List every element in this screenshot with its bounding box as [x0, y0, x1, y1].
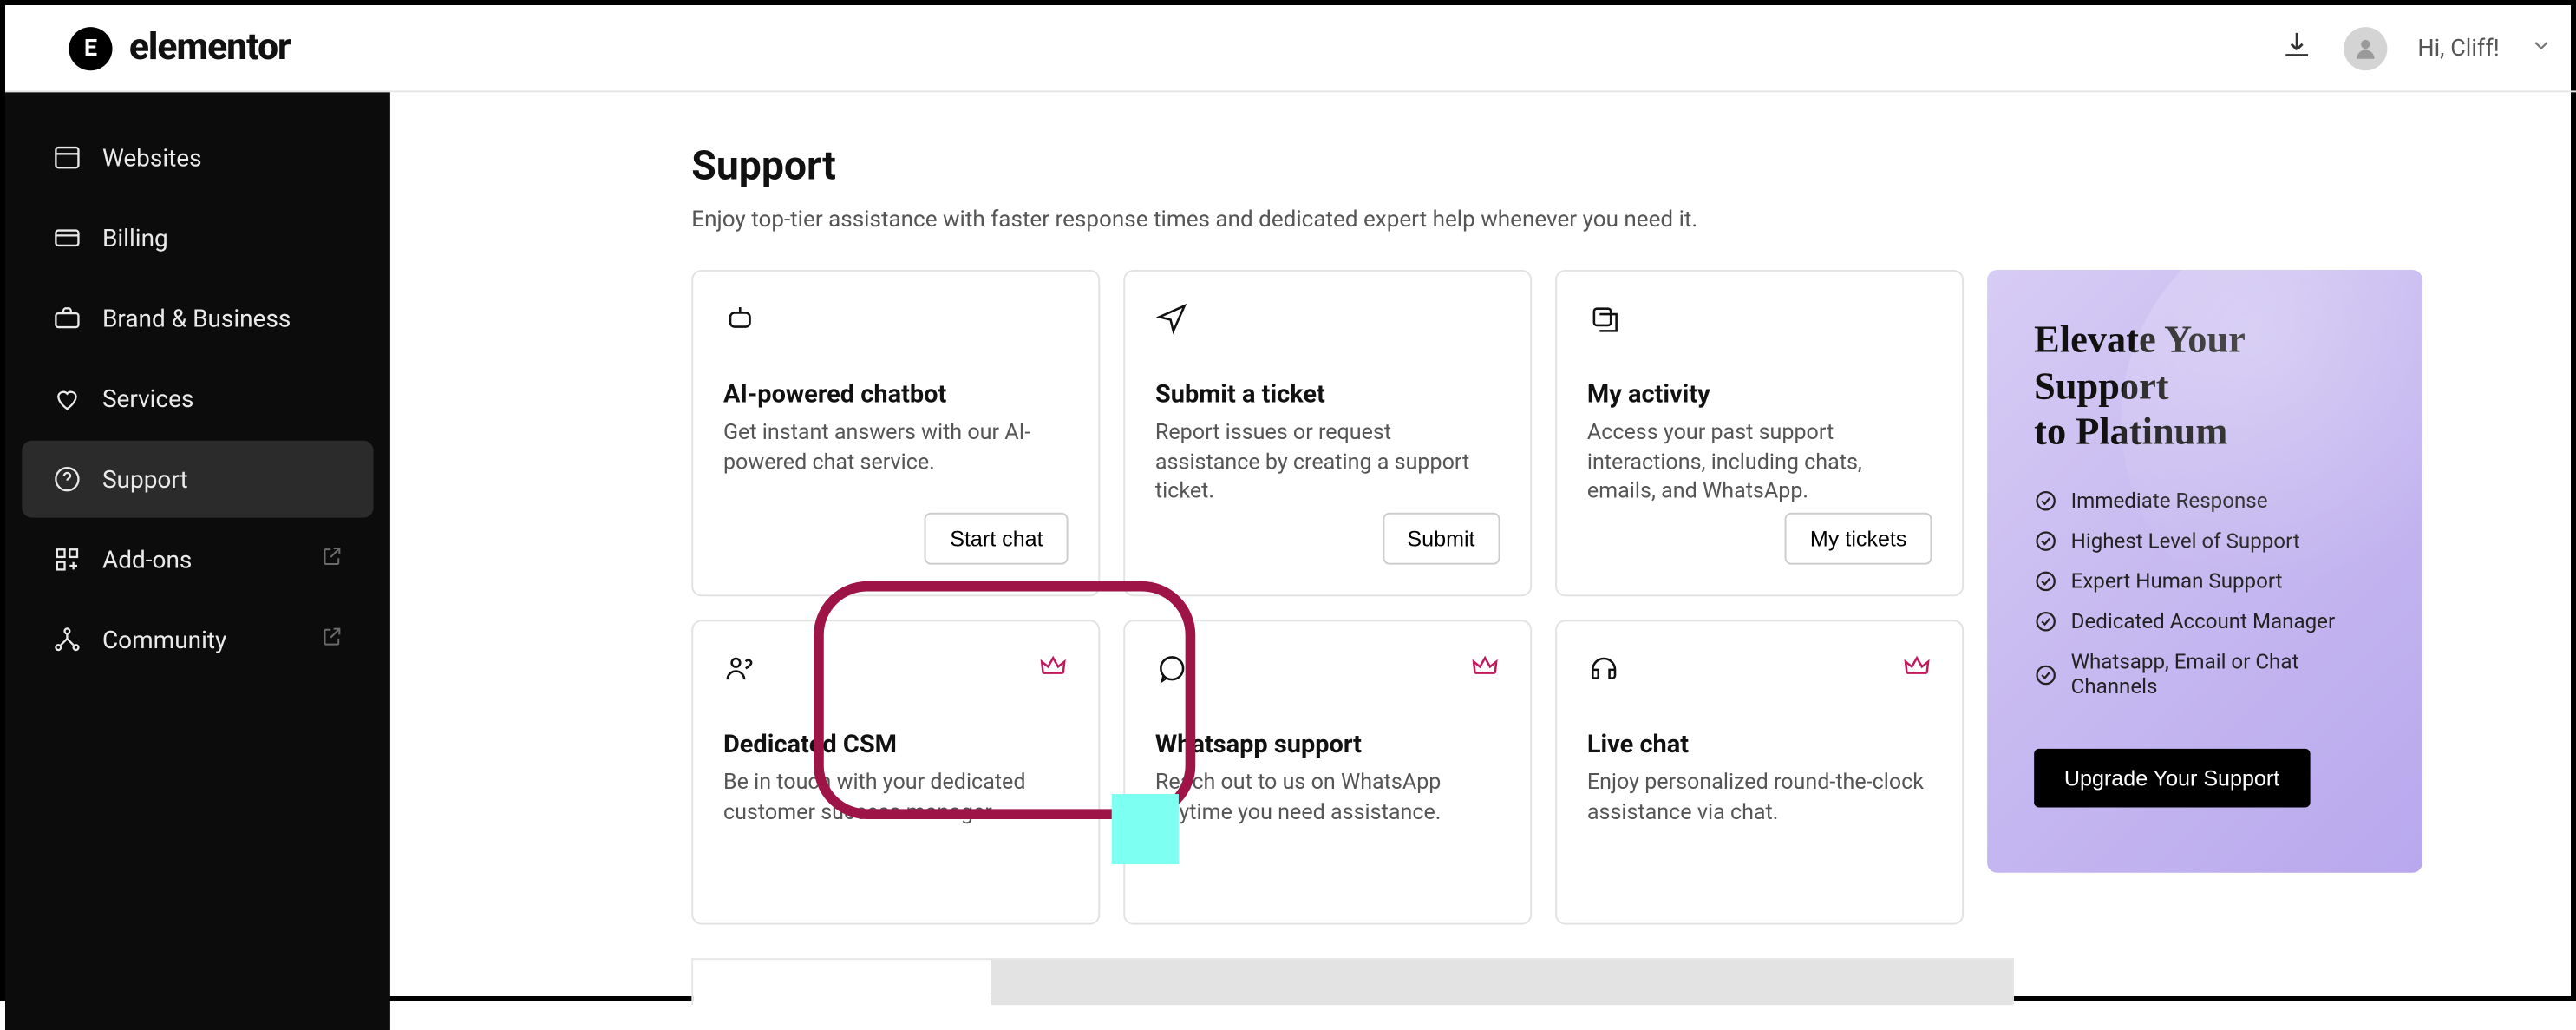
card-title: Submit a ticket: [1155, 378, 1500, 409]
whatsapp-icon: [1155, 652, 1189, 686]
briefcase-icon: [52, 304, 82, 334]
sidebar-item-billing[interactable]: Billing: [22, 200, 373, 277]
download-icon[interactable]: [2280, 28, 2314, 68]
user-avatar-icon[interactable]: [2344, 26, 2387, 69]
sidebar-item-label: Billing: [102, 224, 168, 253]
sidebar-item-label: Support: [102, 465, 188, 494]
upgrade-support-button[interactable]: Upgrade Your Support: [2034, 748, 2310, 807]
sidebar-item-label: Services: [102, 384, 193, 413]
sidebar-item-community[interactable]: Community: [22, 601, 373, 679]
topbar: E elementor Hi, Cliff!: [5, 5, 2576, 92]
card-desc: Report issues or request assistance by c…: [1155, 419, 1500, 508]
card-title: Live chat: [1587, 729, 1932, 759]
user-greeting: Hi, Cliff!: [2417, 35, 2499, 62]
sidebar-item-services[interactable]: Services: [22, 360, 373, 437]
card-my-activity: My activity Access your past support int…: [1555, 270, 1964, 596]
card-desc: Access your past support interactions, i…: [1587, 419, 1932, 508]
sidebar-item-brand-business[interactable]: Brand & Business: [22, 280, 373, 358]
card-desc: Be in touch with your dedicated customer…: [723, 769, 1069, 828]
footer-bar-partial: [691, 958, 2014, 1005]
brand-name: elementor: [129, 27, 291, 69]
promo-title: Elevate Your Support to Platinum: [2034, 317, 2376, 456]
card-desc: Enjoy personalized round-the-clock assis…: [1587, 769, 1932, 828]
paper-plane-icon: [1155, 302, 1189, 336]
promo-bullet: Expert Human Support: [2034, 569, 2376, 594]
card-title: Dedicated CSM: [723, 729, 1069, 759]
crown-icon: [1038, 652, 1069, 688]
promo-bullet: Immediate Response: [2034, 489, 2376, 514]
heart-hand-icon: [52, 384, 82, 414]
bot-icon: [723, 302, 757, 336]
card-ai-chatbot: AI-powered chatbot Get instant answers w…: [691, 270, 1100, 596]
annotation-cyan-patch: [1112, 794, 1179, 864]
network-icon: [52, 625, 82, 655]
card-desc: Get instant answers with our AI-powered …: [723, 419, 1069, 478]
check-circle-icon: [2034, 610, 2057, 633]
check-circle-icon: [2034, 570, 2057, 594]
start-chat-button[interactable]: Start chat: [925, 513, 1068, 565]
card-icon: [52, 223, 82, 253]
page-subtitle: Enjoy top-tier assistance with faster re…: [691, 207, 2576, 233]
main-content: Support Enjoy top-tier assistance with f…: [390, 92, 2576, 1030]
external-link-icon: [320, 544, 343, 574]
card-submit-ticket: Submit a ticket Report issues or request…: [1123, 270, 1532, 596]
user-heart-icon: [723, 652, 757, 686]
crown-icon: [1470, 652, 1500, 688]
card-live-chat: Live chat Enjoy personalized round-the-c…: [1555, 620, 1964, 924]
page-title: Support: [691, 142, 2576, 189]
crown-icon: [1902, 652, 1932, 688]
submit-ticket-button[interactable]: Submit: [1382, 513, 1500, 565]
sidebar-item-label: Community: [102, 626, 226, 654]
chevron-down-icon[interactable]: [2529, 32, 2553, 64]
card-title: Whatsapp support: [1155, 729, 1500, 759]
stack-icon: [1587, 302, 1621, 336]
upgrade-promo-panel: Elevate Your Support to Platinum Immedia…: [1987, 270, 2422, 873]
card-title: AI-powered chatbot: [723, 378, 1069, 409]
my-tickets-button[interactable]: My tickets: [1785, 513, 1932, 565]
window-icon: [52, 142, 82, 173]
brand-logo[interactable]: E elementor: [69, 26, 291, 69]
help-icon: [52, 464, 82, 495]
grid-plus-icon: [52, 544, 82, 574]
sidebar-item-label: Brand & Business: [102, 305, 291, 333]
promo-bullet: Whatsapp, Email or Chat Channels: [2034, 650, 2376, 700]
sidebar-item-support[interactable]: Support: [22, 441, 373, 518]
promo-bullet: Dedicated Account Manager: [2034, 609, 2376, 634]
sidebar-item-addons[interactable]: Add-ons: [22, 521, 373, 598]
brand-badge-icon: E: [69, 26, 112, 69]
card-desc: Reach out to us on WhatsApp anytime you …: [1155, 769, 1500, 828]
promo-bullet: Highest Level of Support: [2034, 529, 2376, 554]
check-circle-icon: [2034, 530, 2057, 554]
headset-icon: [1587, 652, 1621, 686]
sidebar-item-label: Add-ons: [102, 545, 192, 574]
sidebar-item-websites[interactable]: Websites: [22, 119, 373, 196]
sidebar-item-label: Websites: [102, 143, 202, 172]
card-title: My activity: [1587, 378, 1932, 409]
sidebar: Websites Billing Brand & Business Servic…: [5, 92, 390, 1030]
card-dedicated-csm: Dedicated CSM Be in touch with your dedi…: [691, 620, 1100, 924]
external-link-icon: [320, 625, 343, 655]
check-circle-icon: [2034, 663, 2057, 686]
check-circle-icon: [2034, 489, 2057, 513]
card-whatsapp-support: Whatsapp support Reach out to us on What…: [1123, 620, 1532, 924]
